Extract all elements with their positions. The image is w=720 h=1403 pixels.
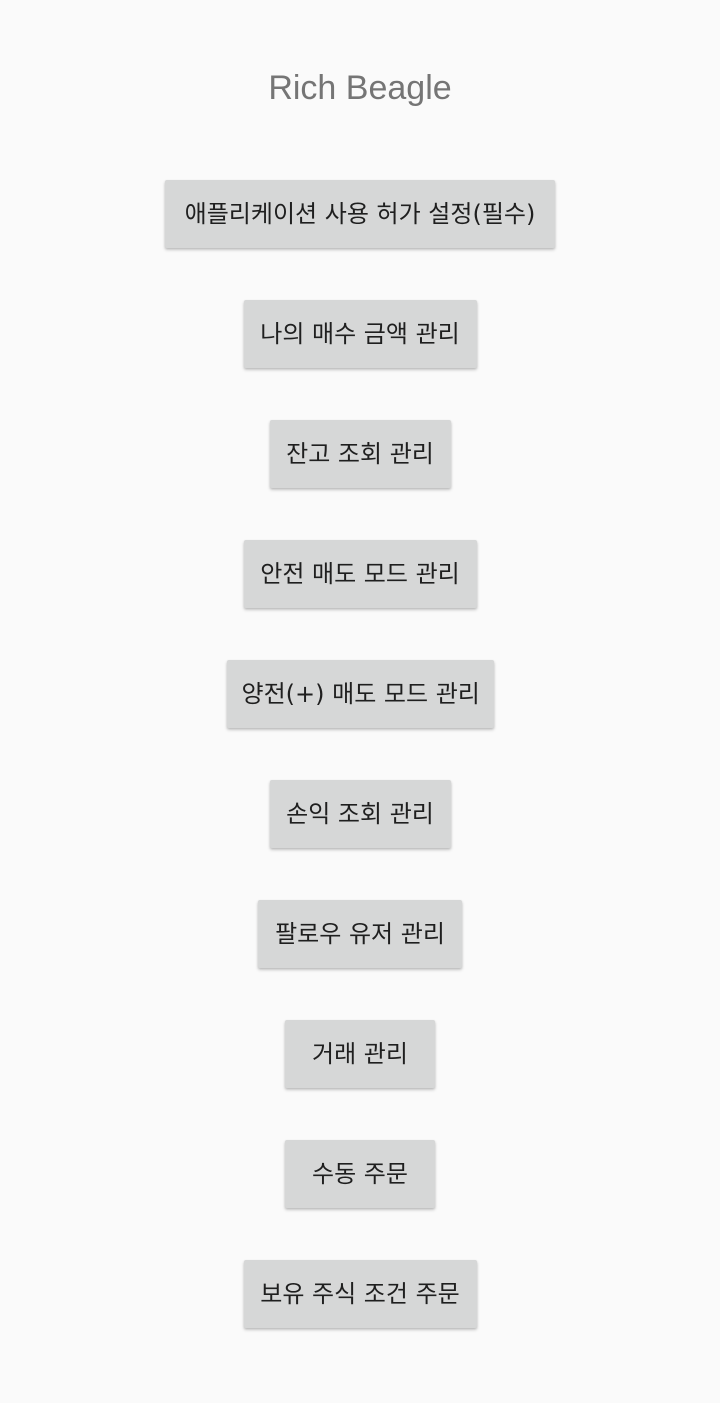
trade-button[interactable]: 거래 관리 (285, 1020, 435, 1088)
follow-user-button[interactable]: 팔로우 유저 관리 (258, 900, 462, 968)
my-purchase-amount-button[interactable]: 나의 매수 금액 관리 (243, 300, 477, 368)
holding-stock-conditional-order-button[interactable]: 보유 주식 조건 주문 (243, 1260, 477, 1328)
menu-list: 애플리케이션 사용 허가 설정(필수) 나의 매수 금액 관리 잔고 조회 관리… (0, 180, 720, 1380)
profit-loss-inquiry-button[interactable]: 손익 조회 관리 (269, 780, 451, 848)
app-title: Rich Beagle (268, 69, 452, 107)
balance-inquiry-button[interactable]: 잔고 조회 관리 (269, 420, 451, 488)
manual-order-button[interactable]: 수동 주문 (285, 1140, 435, 1208)
app-permission-settings-button[interactable]: 애플리케이션 사용 허가 설정(필수) (165, 180, 555, 248)
positive-sell-mode-button[interactable]: 양전(+) 매도 모드 관리 (226, 660, 494, 728)
safe-sell-mode-button[interactable]: 안전 매도 모드 관리 (243, 540, 477, 608)
